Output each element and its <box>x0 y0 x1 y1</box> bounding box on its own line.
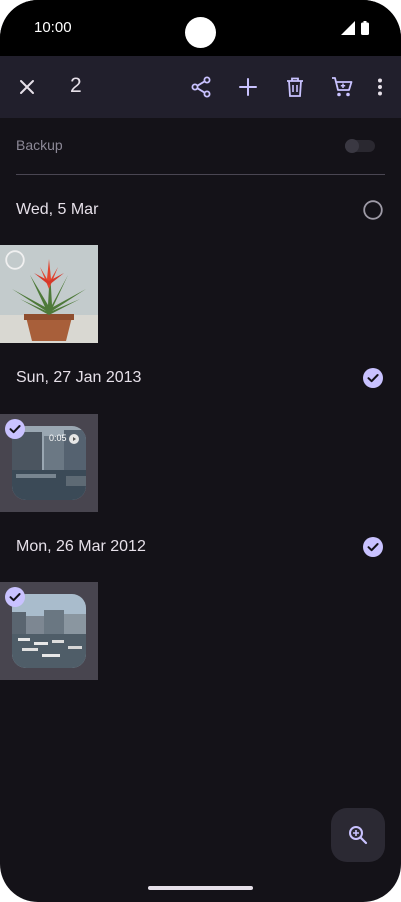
cart-icon <box>332 77 353 97</box>
delete-icon <box>287 77 303 97</box>
status-time: 10:00 <box>34 19 72 36</box>
close-selection-button[interactable] <box>7 67 47 107</box>
check-circle-icon[interactable] <box>363 368 383 388</box>
play-circle-icon <box>69 434 79 444</box>
share-button[interactable] <box>181 67 221 107</box>
video-thumbnail[interactable]: 0:05 <box>0 414 98 512</box>
date-label: Mon, 26 Mar 2012 <box>16 538 146 555</box>
add-icon <box>239 78 257 96</box>
add-to-album-button[interactable] <box>228 67 268 107</box>
date-label: Sun, 27 Jan 2013 <box>16 369 142 386</box>
home-indicator[interactable] <box>148 886 253 890</box>
check-circle-icon[interactable] <box>5 419 25 439</box>
backup-row: Backup <box>16 137 385 157</box>
close-icon <box>20 80 34 94</box>
backup-toggle[interactable] <box>345 139 375 153</box>
share-icon <box>191 76 211 98</box>
delete-button[interactable] <box>275 67 315 107</box>
zoom-button[interactable] <box>331 808 385 862</box>
date-header: Mon, 26 Mar 2012 <box>16 535 385 559</box>
zoom-in-icon <box>349 826 368 845</box>
backup-toggle-knob <box>345 139 359 153</box>
camera-cutout <box>185 17 216 48</box>
selected-count: 2 <box>70 74 82 97</box>
date-label: Wed, 5 Mar <box>16 201 99 218</box>
divider <box>16 174 385 175</box>
unselected-circle-icon[interactable] <box>363 200 383 220</box>
battery-icon <box>361 21 369 35</box>
date-header: Wed, 5 Mar <box>16 198 385 222</box>
more-vert-icon <box>378 78 382 96</box>
more-options-button[interactable] <box>360 67 400 107</box>
backup-label: Backup <box>16 137 63 153</box>
photo-thumbnail[interactable] <box>0 582 98 680</box>
video-duration: 0:05 <box>49 433 67 443</box>
signal-icon <box>341 21 355 35</box>
unselected-circle-icon[interactable] <box>5 250 25 270</box>
selection-app-bar: 2 <box>0 56 401 118</box>
check-circle-icon[interactable] <box>5 587 25 607</box>
date-header: Sun, 27 Jan 2013 <box>16 366 385 390</box>
status-bar: 10:00 <box>0 0 401 56</box>
status-icons <box>341 20 369 36</box>
order-prints-button[interactable] <box>322 67 362 107</box>
photo-thumbnail[interactable] <box>0 245 98 343</box>
check-circle-icon[interactable] <box>363 537 383 557</box>
phone-screen: 10:00 2 Backup Wed, 5 Mar Sun, 27 Jan 20… <box>0 0 401 902</box>
